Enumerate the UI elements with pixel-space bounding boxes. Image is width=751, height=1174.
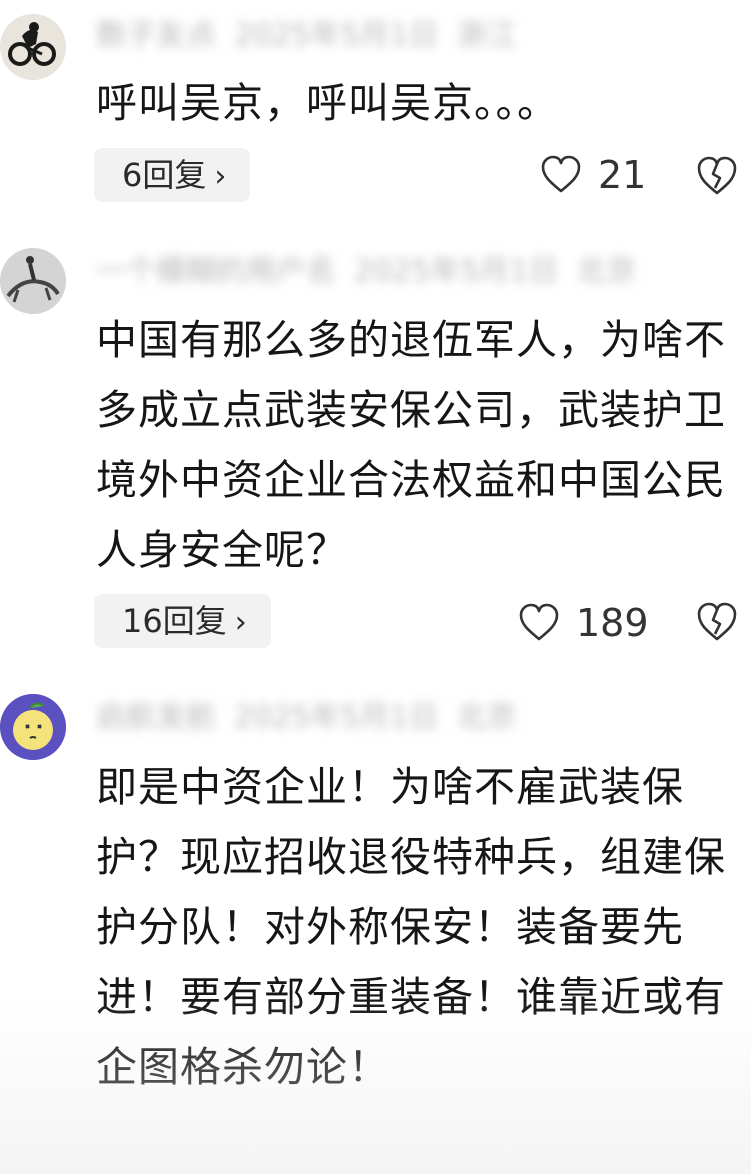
broken-heart-icon[interactable] bbox=[695, 600, 739, 644]
comment-date: 2025年5月1日 bbox=[234, 18, 439, 53]
comment-text: 即是中资企业！为啥不雇武装保护？现应招收退役特种兵，组建保护分队！对外称保安！装… bbox=[96, 763, 726, 1091]
comment-date: 2025年5月1日 bbox=[354, 254, 559, 289]
view-replies-button[interactable]: 16回复 › bbox=[94, 594, 271, 648]
avatar[interactable] bbox=[0, 14, 66, 80]
author-name[interactable]: 启航发航 bbox=[96, 700, 216, 735]
reply-count-label: 6回复 bbox=[122, 156, 207, 194]
comment-meta: 数子友点 2025年5月1日 浙江 bbox=[96, 16, 656, 56]
like-count: 21 bbox=[598, 153, 647, 197]
heart-outline-icon bbox=[519, 603, 559, 641]
chevron-right-icon: › bbox=[214, 159, 227, 194]
comment-date: 2025年5月1日 bbox=[234, 700, 439, 735]
lemon-face-avatar-icon bbox=[0, 694, 66, 760]
broken-heart-icon[interactable] bbox=[695, 154, 739, 198]
comment-location: 浙江 bbox=[456, 18, 517, 53]
like-button[interactable]: 21 bbox=[540, 148, 646, 202]
reply-count-label: 16回复 bbox=[122, 602, 227, 640]
author-name[interactable]: 数子友点 bbox=[96, 18, 216, 53]
comment-location: 北京 bbox=[456, 700, 517, 735]
avatar[interactable] bbox=[0, 248, 66, 314]
avatar[interactable] bbox=[0, 694, 66, 760]
heart-outline-icon bbox=[541, 155, 581, 193]
comment-meta: 一个模糊的用户名 2025年5月1日 北京 bbox=[96, 252, 656, 292]
comment-text: 中国有那么多的退伍军人，为啥不多成立点武装安保公司，武装护卫境外中资企业合法权益… bbox=[96, 316, 726, 574]
comment-location: 北京 bbox=[576, 254, 637, 289]
cyclist-silhouette-avatar-icon bbox=[0, 14, 66, 80]
comment-text: 呼叫吴京，呼叫吴京。。。 bbox=[96, 79, 559, 127]
comment-meta: 启航发航 2025年5月1日 北京 bbox=[96, 698, 656, 738]
author-name[interactable]: 一个模糊的用户名 bbox=[96, 254, 336, 289]
view-replies-button[interactable]: 6回复 › bbox=[94, 148, 251, 202]
chevron-right-icon: › bbox=[234, 605, 247, 640]
like-count: 189 bbox=[576, 601, 649, 645]
like-button[interactable]: 189 bbox=[518, 596, 649, 650]
horse-rider-avatar-icon bbox=[0, 248, 66, 314]
